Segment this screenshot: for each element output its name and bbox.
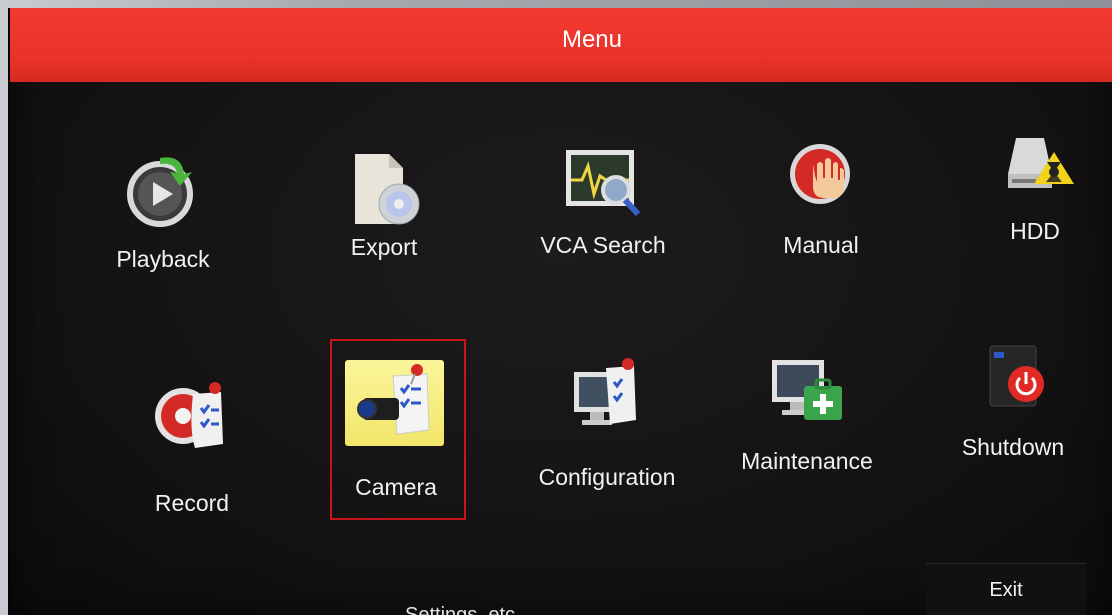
vca-search-icon — [560, 140, 646, 226]
menu-item-label: Playback — [116, 246, 210, 272]
exit-button[interactable]: Exit — [926, 563, 1086, 615]
menu-item-label: VCA Search — [540, 232, 666, 258]
dvr-screen: Menu Playback Export VCA Search Manual H… — [8, 8, 1112, 615]
exit-label: Exit — [989, 578, 1023, 601]
menu-item-manual[interactable]: Manual — [736, 136, 906, 259]
menu-item-shutdown[interactable]: Shutdown — [928, 338, 1098, 461]
menu-item-label: Maintenance — [741, 448, 873, 474]
menu-item-maintenance[interactable]: Maintenance — [722, 346, 892, 475]
configuration-icon — [564, 354, 650, 440]
menu-item-export[interactable]: Export — [299, 146, 469, 261]
menu-item-hdd[interactable]: HDD — [950, 126, 1112, 245]
menu-item-label: HDD — [1010, 218, 1060, 244]
window-title: Menu — [561, 26, 623, 53]
menu-item-label: Camera — [355, 474, 437, 500]
menu-item-vca-search[interactable]: VCA Search — [518, 140, 688, 259]
menu-item-configuration[interactable]: Configuration — [522, 354, 692, 491]
export-icon — [341, 146, 427, 232]
title-bar: Menu — [10, 8, 1112, 82]
record-icon — [149, 370, 235, 456]
hdd-icon — [992, 126, 1078, 212]
playback-icon — [120, 148, 206, 234]
manual-icon — [778, 136, 864, 222]
camera-icon — [353, 358, 439, 444]
maintenance-icon — [764, 346, 850, 432]
menu-item-label: Shutdown — [961, 434, 1065, 460]
menu-item-playback[interactable]: Playback — [78, 148, 248, 273]
shutdown-icon — [970, 338, 1056, 424]
menu-item-label: Configuration — [538, 464, 676, 490]
menu-item-label: Export — [350, 234, 418, 260]
menu-item-record[interactable]: Record — [107, 370, 277, 517]
menu-item-camera[interactable]: Camera — [311, 358, 481, 501]
menu-item-label: Manual — [783, 232, 859, 258]
partial-caption-text: Settings, etc. — [405, 604, 521, 615]
menu-item-label: Record — [154, 490, 230, 516]
